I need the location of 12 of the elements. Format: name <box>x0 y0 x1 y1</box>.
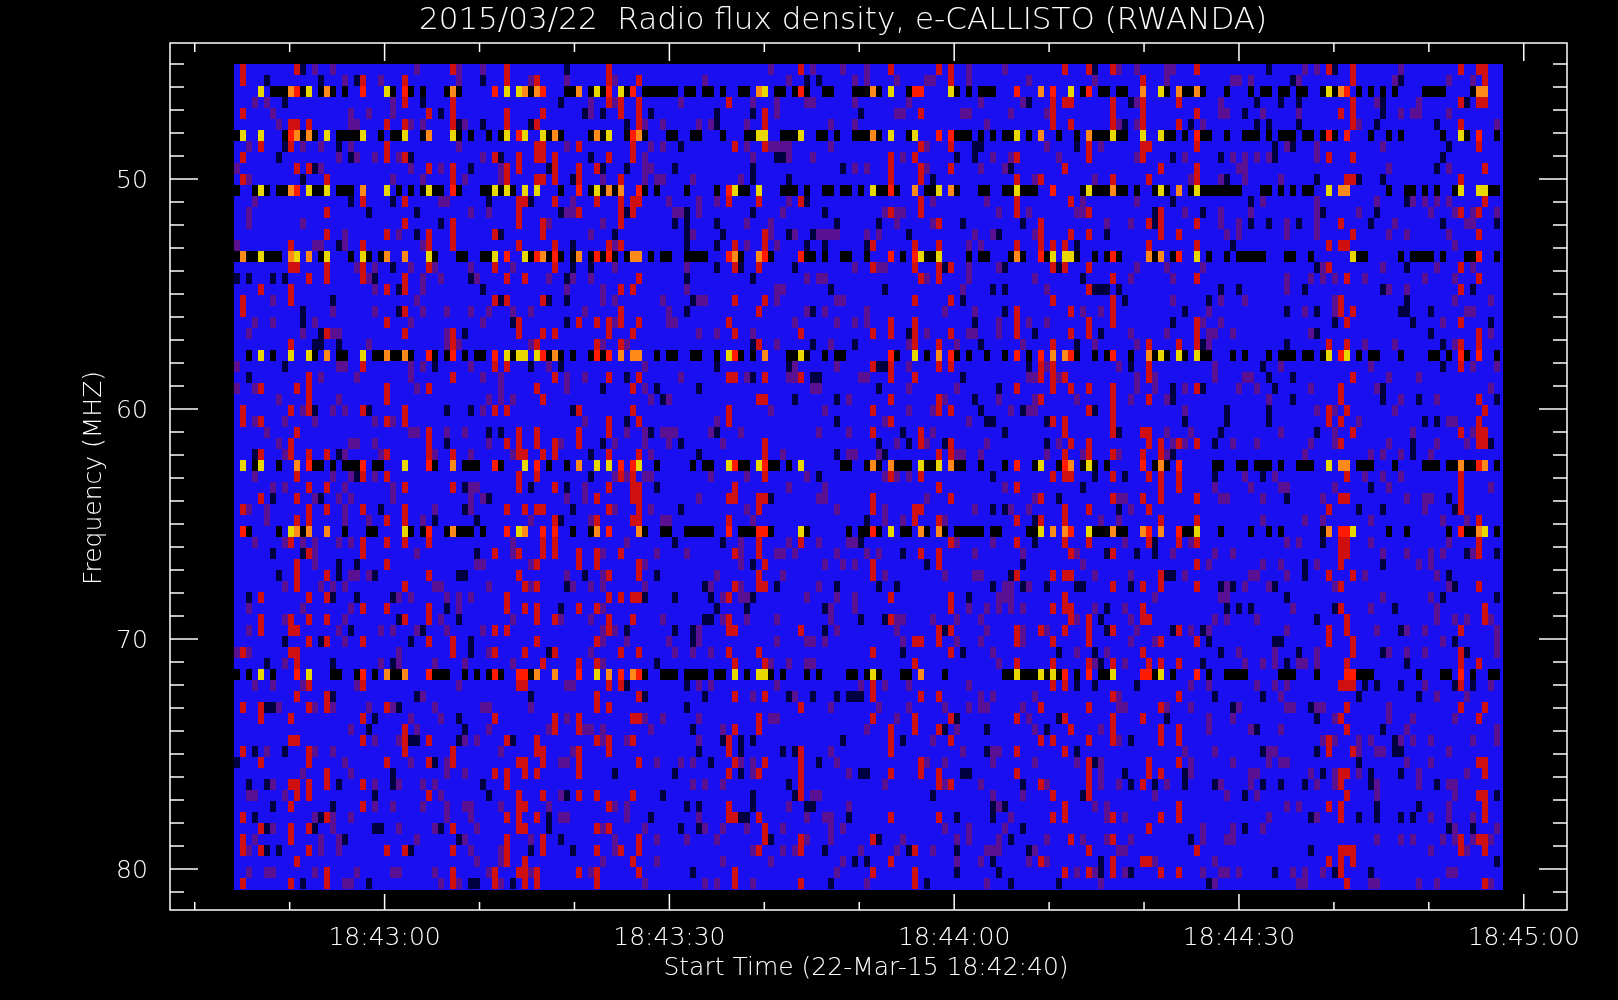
y-tick-label: 70 <box>116 624 148 654</box>
y-tick-label: 50 <box>116 164 148 194</box>
x-tick-label: 18:44:30 <box>1182 921 1296 951</box>
y-axis-label: Frequency (MHZ) <box>77 370 107 586</box>
x-tick-label: 18:44:00 <box>898 921 1011 951</box>
chart-title: 2015/03/22 Radio flux density, e-CALLISTO (RWANDA) <box>418 0 1268 36</box>
y-tick-label: 80 <box>116 854 148 884</box>
x-tick-label: 18:43:00 <box>328 921 441 951</box>
y-tick-label: 60 <box>116 394 148 424</box>
x-tick-label: 18:45:00 <box>1467 921 1580 951</box>
x-tick-label: 18:43:30 <box>613 921 726 951</box>
x-axis-label: Start Time (22-Mar-15 18:42:40) <box>663 951 1069 981</box>
